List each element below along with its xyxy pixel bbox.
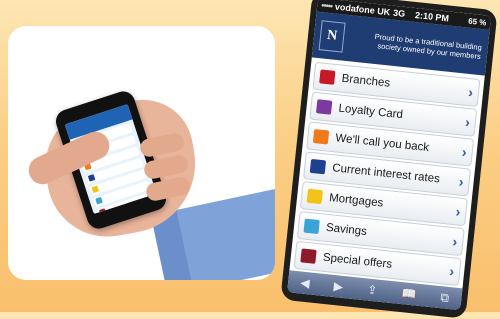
hand-photo	[8, 26, 275, 280]
main-menu: Branches › Loyalty Card › We'll call you…	[290, 57, 485, 287]
pages-icon[interactable]: ⧉	[440, 290, 450, 306]
tagline: Proud to be a traditional building socie…	[374, 31, 483, 62]
menu-item-label: Current interest rates	[331, 162, 441, 186]
battery-level: 65 %	[467, 16, 487, 27]
interest-rates-icon	[309, 158, 327, 175]
menu-item-label: Mortgages	[328, 192, 384, 210]
chevron-right-icon: ›	[464, 113, 471, 131]
chevron-right-icon: ›	[451, 233, 459, 250]
share-icon[interactable]: ⇪	[367, 282, 378, 297]
society-logo[interactable]: N	[318, 20, 346, 53]
menu-item-label: Savings	[325, 221, 368, 239]
phone-screen: ••••• vodafone UK 3G 2:10 PM 65 % N Prou…	[287, 0, 492, 311]
phone-frame: ••••• vodafone UK 3G 2:10 PM 65 % N Prou…	[280, 0, 498, 319]
forward-icon[interactable]: ▶	[333, 279, 344, 294]
chevron-right-icon: ›	[448, 263, 456, 280]
menu-item-label: Branches	[341, 72, 391, 90]
menu-item-label: We'll call you back	[334, 132, 430, 155]
signal-icon: •••••	[320, 0, 333, 12]
menu-item-label: Special offers	[322, 251, 393, 271]
chevron-right-icon: ›	[467, 83, 474, 101]
back-icon[interactable]: ◀	[300, 275, 311, 290]
chevron-right-icon: ›	[458, 173, 465, 190]
mortgages-icon	[306, 188, 323, 205]
special-offers-icon	[300, 248, 317, 264]
loyalty-card-icon	[315, 99, 333, 115]
bookmarks-icon[interactable]: 📖	[401, 286, 417, 301]
savings-icon	[303, 218, 320, 235]
phone-screenshot: ••••• vodafone UK 3G 2:10 PM 65 % N Prou…	[280, 0, 498, 319]
clock: 2:10 PM	[414, 9, 450, 24]
chevron-right-icon: ›	[454, 203, 462, 220]
network-type: 3G	[392, 7, 406, 19]
chevron-right-icon: ›	[461, 143, 468, 161]
branches-icon	[319, 69, 336, 85]
menu-item-label: Loyalty Card	[337, 102, 404, 122]
logo-letter: N	[326, 27, 338, 44]
call-back-icon	[312, 129, 330, 145]
